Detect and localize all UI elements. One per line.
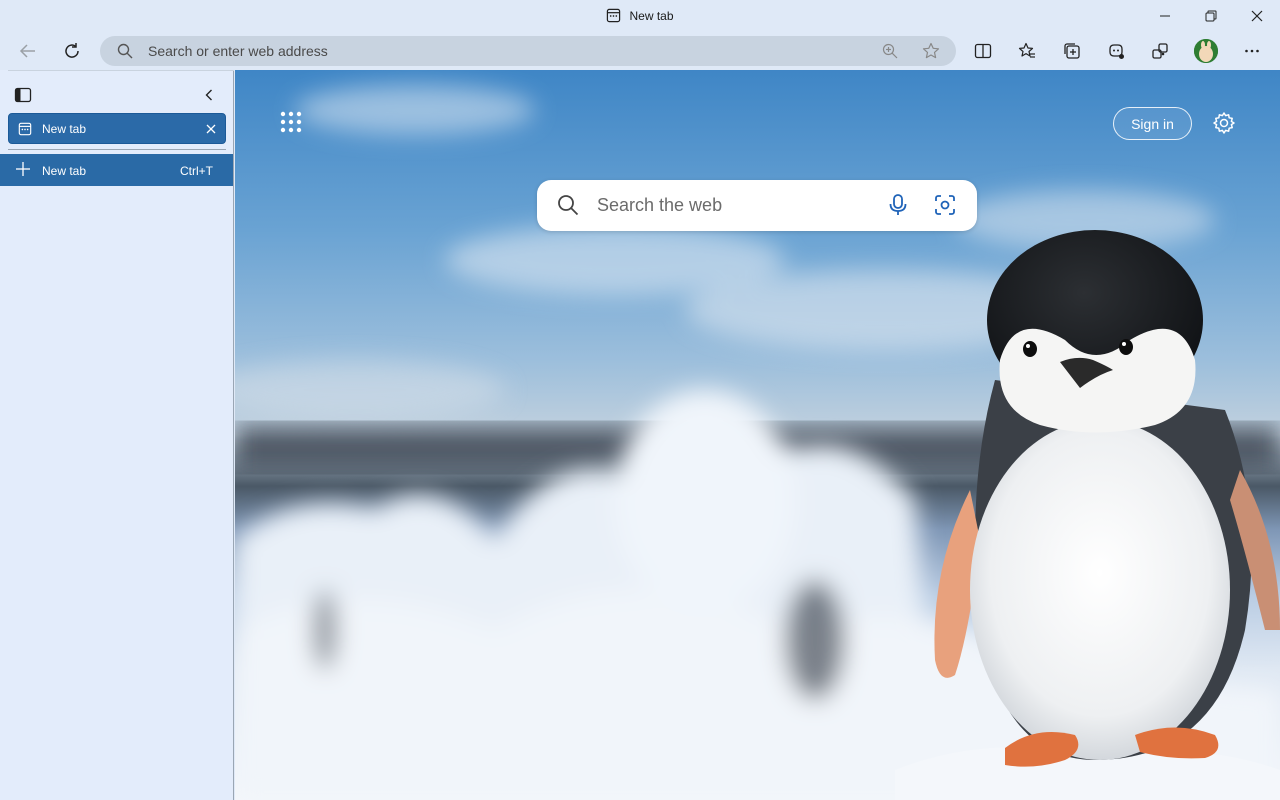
back-button[interactable] xyxy=(12,35,44,67)
search-icon xyxy=(117,43,133,59)
profile-avatar[interactable] xyxy=(1194,39,1218,63)
web-search-input[interactable] xyxy=(597,193,877,217)
sign-in-button[interactable]: Sign in xyxy=(1113,107,1192,140)
microphone-icon[interactable] xyxy=(887,193,909,217)
favorites-icon xyxy=(1018,42,1035,58)
collections-button[interactable] xyxy=(1056,35,1088,67)
browser-toolbar xyxy=(0,32,1280,70)
new-tab-page: Sign in xyxy=(235,70,1280,800)
favorite-star-icon[interactable] xyxy=(922,42,940,60)
refresh-button[interactable] xyxy=(56,35,88,67)
title-bar: New tab xyxy=(0,0,1280,32)
search-icon xyxy=(558,195,579,216)
close-tab-icon[interactable] xyxy=(204,122,218,136)
address-input[interactable] xyxy=(148,41,848,61)
address-bar[interactable] xyxy=(100,36,956,66)
sidebar-divider xyxy=(8,149,226,150)
copilot-icon xyxy=(1109,44,1124,59)
visual-search-icon[interactable] xyxy=(934,194,956,216)
minimize-button[interactable] xyxy=(1142,0,1188,32)
sidebar-tab-active[interactable]: New tab xyxy=(8,113,226,144)
minimize-icon xyxy=(1160,15,1170,17)
sidebar-top-divider xyxy=(8,70,234,71)
new-tab-button[interactable]: New tab Ctrl+T xyxy=(0,154,233,186)
plus-icon xyxy=(16,162,30,176)
refresh-icon xyxy=(65,43,79,58)
window-title: New tab xyxy=(0,8,1280,23)
restore-button[interactable] xyxy=(1188,0,1234,32)
collapse-chevron-icon[interactable] xyxy=(199,85,219,105)
new-tab-shortcut: Ctrl+T xyxy=(180,164,213,178)
vertical-tabs-sidebar: New tab New tab Ctrl+T xyxy=(0,70,234,800)
restore-icon xyxy=(1205,10,1217,22)
window-title-text: New tab xyxy=(629,9,674,23)
back-arrow-icon xyxy=(19,44,35,58)
favorites-button[interactable] xyxy=(1011,35,1043,67)
close-icon xyxy=(1251,10,1263,22)
collections-icon xyxy=(1064,43,1080,59)
zoom-icon[interactable] xyxy=(882,43,898,59)
sidebar-tab-label: New tab xyxy=(42,122,87,136)
settings-gear-icon[interactable] xyxy=(1212,111,1236,135)
tab-icon xyxy=(607,8,621,23)
copilot-button[interactable] xyxy=(1100,35,1132,67)
extensions-button[interactable] xyxy=(1144,35,1176,67)
close-window-button[interactable] xyxy=(1234,0,1280,32)
more-button[interactable] xyxy=(1236,35,1268,67)
vertical-tabs-icon[interactable] xyxy=(14,86,32,104)
apps-grid-icon[interactable] xyxy=(280,111,302,133)
split-screen-icon xyxy=(974,43,992,59)
avatar-image xyxy=(1194,39,1218,63)
split-screen-button[interactable] xyxy=(967,35,999,67)
more-icon xyxy=(1245,49,1259,53)
web-search-box[interactable] xyxy=(537,180,977,231)
tab-icon xyxy=(18,122,32,136)
new-tab-label: New tab xyxy=(42,164,87,178)
extensions-icon xyxy=(1152,43,1168,59)
